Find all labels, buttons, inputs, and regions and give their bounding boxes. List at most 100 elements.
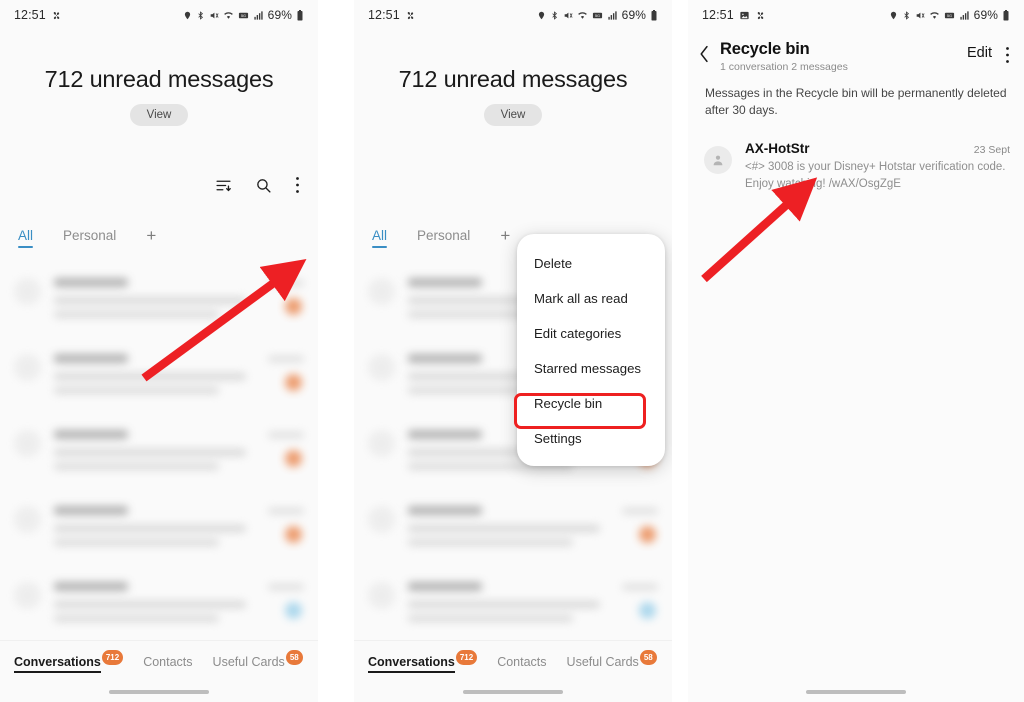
sort-icon[interactable] [215, 177, 232, 194]
screenshot-stage: 12:51 5G 69% 712 unread messages View Al… [0, 0, 1024, 702]
bottom-nav-conversations[interactable]: Conversations 712 [368, 650, 478, 673]
menu-item-delete[interactable]: Delete [517, 246, 665, 281]
status-bar-1: 12:51 5G 69% [0, 0, 318, 30]
avatar [14, 430, 41, 457]
panel-gap-1 [318, 0, 354, 702]
add-category-button[interactable]: + [500, 226, 510, 248]
menu-item-mark-all-as-read[interactable]: Mark all as read [517, 281, 665, 316]
wifi-icon [577, 10, 588, 21]
bluetooth-icon [196, 10, 205, 21]
battery-icon [296, 9, 304, 21]
avatar [368, 506, 395, 533]
action-icon-row-2 [354, 172, 672, 198]
unread-header-2: 712 unread messages View [354, 30, 672, 126]
useful-cards-count-badge: 58 [639, 650, 657, 665]
recycle-bin-titles: Recycle bin 1 conversation 2 messages [720, 40, 967, 73]
useful-cards-count-badge: 58 [285, 650, 303, 665]
avatar [368, 430, 395, 457]
unread-title: 712 unread messages [44, 66, 274, 92]
status-time: 12:51 [368, 8, 400, 22]
panel-gap-2 [672, 0, 688, 702]
recycle-bin-header: Recycle bin 1 conversation 2 messages Ed… [688, 30, 1024, 73]
more-vertical-icon[interactable] [295, 176, 300, 194]
unread-badge [285, 450, 302, 467]
svg-text:5G: 5G [241, 13, 246, 17]
unread-badge [285, 602, 302, 619]
list-item-text [54, 576, 256, 642]
search-icon[interactable] [255, 177, 272, 194]
bottom-nav-conversations[interactable]: Conversations 712 [14, 650, 124, 673]
list-item[interactable] [0, 338, 318, 414]
fan-icon [405, 10, 416, 21]
list-item-text [54, 272, 256, 338]
add-category-button[interactable]: + [146, 226, 156, 248]
recycle-bin-message[interactable]: AX-HotStr 23 Sept <#> 3008 is your Disne… [688, 119, 1024, 192]
status-bar-right: 5G 69% [183, 8, 304, 22]
avatar [14, 354, 41, 381]
mute-icon [915, 10, 925, 21]
bottom-nav-label: Conversations [14, 655, 101, 673]
phone-panel-3: 12:51 5G 69% Recycle bin 1 conversation … [688, 0, 1024, 702]
list-item[interactable] [354, 490, 672, 566]
list-item-meta [256, 424, 304, 490]
list-item[interactable] [354, 566, 672, 642]
avatar [368, 278, 395, 305]
svg-text:5G: 5G [595, 13, 600, 17]
edit-button[interactable]: Edit [967, 45, 992, 61]
location-icon [183, 10, 192, 21]
bottom-nav-useful-cards[interactable]: Useful Cards 58 [212, 650, 303, 669]
wifi-icon [929, 10, 940, 21]
list-item[interactable] [0, 566, 318, 642]
list-item[interactable] [0, 414, 318, 490]
wifi-icon [223, 10, 234, 21]
list-item-text [408, 576, 610, 642]
list-item-text [408, 500, 610, 566]
mute-icon [209, 10, 219, 21]
battery-percent: 69% [267, 8, 292, 22]
svg-text:5G: 5G [947, 13, 952, 17]
phone-panel-2: 12:51 5G 69% 712 unread messages View Al… [354, 0, 672, 702]
chevron-left-icon[interactable] [698, 45, 720, 68]
conversations-count-badge: 712 [101, 650, 124, 665]
home-indicator [463, 690, 563, 694]
action-icon-row-1 [0, 172, 318, 198]
status-bar-right: 5G 69% [537, 8, 658, 22]
bottom-nav-contacts[interactable]: Contacts [143, 655, 192, 669]
menu-item-starred-messages[interactable]: Starred messages [517, 351, 665, 386]
list-item[interactable] [0, 490, 318, 566]
conversation-list-1[interactable] [0, 262, 318, 702]
status-bar-left: 12:51 [14, 8, 62, 22]
fan-icon [51, 10, 62, 21]
menu-item-recycle-bin[interactable]: Recycle bin [517, 386, 665, 421]
signal-icon [959, 10, 970, 21]
list-item-text [54, 424, 256, 490]
list-item[interactable] [0, 262, 318, 338]
more-vertical-icon[interactable] [1005, 46, 1010, 69]
menu-item-edit-categories[interactable]: Edit categories [517, 316, 665, 351]
tab-all[interactable]: All [18, 228, 34, 248]
battery-icon [1002, 9, 1010, 21]
status-bar-left: 12:51 [368, 8, 416, 22]
bottom-nav-useful-cards[interactable]: Useful Cards 58 [567, 650, 657, 669]
status-time: 12:51 [702, 8, 734, 22]
list-item-meta [256, 500, 304, 566]
category-tabs-1: All Personal + [0, 220, 318, 248]
overflow-menu[interactable]: Delete Mark all as read Edit categories … [517, 234, 665, 466]
list-item-meta [256, 348, 304, 414]
bottom-nav-contacts[interactable]: Contacts [497, 655, 546, 669]
bottom-nav-label: Useful Cards [212, 655, 285, 669]
tab-personal[interactable]: Personal [63, 228, 116, 248]
view-button[interactable]: View [483, 104, 543, 126]
unread-badge [639, 602, 656, 619]
tab-personal[interactable]: Personal [417, 228, 470, 248]
status-bar-3: 12:51 5G 69% [688, 0, 1024, 30]
view-button[interactable]: View [129, 104, 189, 126]
bluetooth-icon [902, 10, 911, 21]
menu-item-settings[interactable]: Settings [517, 421, 665, 456]
unread-badge [639, 526, 656, 543]
location-icon [537, 10, 546, 21]
battery-percent: 69% [973, 8, 998, 22]
data-icon: 5G [592, 10, 603, 21]
tab-all[interactable]: All [372, 228, 388, 248]
list-item-text [54, 348, 256, 414]
